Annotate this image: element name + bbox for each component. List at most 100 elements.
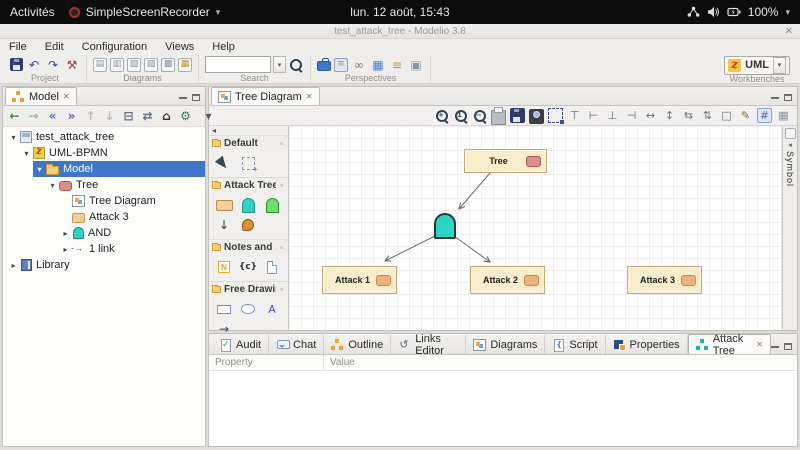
model-browser-icon[interactable]: ≡ <box>334 58 348 72</box>
view-menu-icon[interactable]: ▾ <box>201 109 216 124</box>
align-left-icon[interactable]: ⊢ <box>586 108 601 123</box>
palette-section-notes-and-[interactable]: Notes and ...∘ <box>209 239 288 255</box>
menu-file[interactable]: File <box>9 41 27 53</box>
palette-tool-attack-node[interactable] <box>212 195 236 215</box>
collapse-toggle-icon[interactable]: ∘ <box>279 139 285 148</box>
matrix-editor-icon[interactable]: ▦ <box>178 58 192 72</box>
tab-diagrams[interactable]: Diagrams <box>466 335 545 354</box>
close-icon[interactable]: ✕ <box>756 340 763 349</box>
align-right-icon[interactable]: ⊣ <box>624 108 639 123</box>
collapse-all-icon[interactable]: ⊟ <box>121 109 136 124</box>
palette-section-free-drawing[interactable]: Free Drawing∘ <box>209 281 288 297</box>
palette-section-attack-tree[interactable]: Attack Tree∘ <box>209 177 288 193</box>
expander-icon[interactable]: ▸ <box>8 261 19 270</box>
palette-tool-ellipse[interactable] <box>236 299 260 319</box>
tree-item-attack-3[interactable]: Attack 3 <box>3 209 205 225</box>
minimize-icon[interactable] <box>179 96 187 99</box>
previous-selection-icon[interactable]: « <box>45 109 60 124</box>
hierarchy-icon[interactable]: ≡ <box>389 57 405 73</box>
palette-tool-note[interactable] <box>212 257 236 277</box>
property-column-header[interactable]: Property <box>209 355 324 370</box>
print-icon[interactable] <box>491 110 506 125</box>
collapse-toggle-icon[interactable]: ∘ <box>279 285 285 294</box>
palette-collapse-icon[interactable]: ◂ <box>212 126 216 135</box>
links-icon[interactable]: ∞ <box>351 57 367 73</box>
zoom-out-icon[interactable]: − <box>472 108 487 123</box>
palette-tool-text[interactable]: A <box>260 299 284 319</box>
palette-tool-transition[interactable]: ↓ <box>212 215 236 235</box>
expander-icon[interactable]: ▸ <box>60 229 71 238</box>
save-image-icon[interactable] <box>510 108 525 123</box>
diagram-node-attack-3[interactable]: Attack 3 <box>627 266 702 294</box>
workspace-icon[interactable] <box>317 61 331 71</box>
link-with-editor-icon[interactable]: ⇄ <box>140 109 155 124</box>
activities-button[interactable]: Activités <box>10 5 55 19</box>
move-down-icon[interactable]: ↓ <box>102 109 117 124</box>
app-menu[interactable]: SimpleScreenRecorder ▾ <box>69 5 221 19</box>
tab-properties[interactable]: Properties <box>606 335 688 354</box>
grid-view-icon[interactable]: ▦ <box>370 57 386 73</box>
palette-tool-event[interactable] <box>236 215 260 235</box>
same-height-icon[interactable]: ⇅ <box>700 108 715 123</box>
diagram-canvas[interactable]: TreeAttack 1Attack 2Attack 3 <box>289 126 782 330</box>
palette-tool-document[interactable] <box>260 257 284 277</box>
style-icon[interactable]: ✎ <box>738 108 753 123</box>
home-icon[interactable]: ⌂ <box>159 109 174 124</box>
expander-icon[interactable]: ▾ <box>47 181 58 190</box>
align-top-icon[interactable]: ⊤ <box>567 108 582 123</box>
tab-chat[interactable]: Chat <box>269 335 324 354</box>
forward-icon[interactable]: → <box>26 109 41 124</box>
usecase-diagram-icon[interactable]: ▧ <box>127 58 141 72</box>
maximize-icon[interactable] <box>192 94 200 101</box>
collapse-toggle-icon[interactable]: ∘ <box>279 243 285 252</box>
maximize-icon[interactable] <box>784 94 792 101</box>
search-icon[interactable] <box>288 57 304 73</box>
tab-script[interactable]: Script <box>545 335 605 354</box>
distribute-v-icon[interactable]: ↕ <box>662 108 677 123</box>
workbench-selector[interactable]: UML ▾ <box>724 56 790 75</box>
palette-tool-or-gate[interactable] <box>260 195 284 215</box>
tree-item-tree[interactable]: ▾Tree <box>3 177 205 193</box>
back-icon[interactable]: ← <box>7 109 22 124</box>
save-icon[interactable] <box>10 58 23 71</box>
palette-tool-marquee[interactable] <box>236 153 260 173</box>
tab-links-editor[interactable]: Links Editor <box>391 335 466 354</box>
tree-item-library[interactable]: ▸Library <box>3 257 205 273</box>
palette-tool-and-gate[interactable] <box>236 195 260 215</box>
tab-audit[interactable]: Audit <box>212 335 269 354</box>
palette-tool-constraint[interactable]: {c} <box>236 257 260 277</box>
close-icon[interactable]: ✕ <box>306 92 313 101</box>
snapshot-icon[interactable] <box>529 109 544 124</box>
deployment-diagram-icon[interactable]: ▨ <box>144 58 158 72</box>
tab-model[interactable]: Model ✕ <box>5 87 77 105</box>
sequence-diagram-icon[interactable]: ▩ <box>161 58 175 72</box>
restore-panel-icon[interactable]: ◂ <box>788 141 792 149</box>
tab-tree-diagram[interactable]: Tree Diagram ✕ <box>211 87 320 105</box>
redo-icon[interactable]: ↷ <box>45 57 61 73</box>
palette-tool-select[interactable] <box>212 153 236 173</box>
same-width-icon[interactable]: ⇆ <box>681 108 696 123</box>
tree-item-test-attack-tree[interactable]: ▾test_attack_tree <box>3 129 205 145</box>
diagram-node-attack-1[interactable]: Attack 1 <box>322 266 397 294</box>
search-input[interactable] <box>205 56 271 73</box>
tree-item-model[interactable]: ▾Model <box>3 161 205 177</box>
menu-edit[interactable]: Edit <box>45 41 64 53</box>
status-tray[interactable]: 100% ▾ <box>687 5 800 19</box>
value-column-header[interactable]: Value <box>324 357 355 368</box>
menu-views[interactable]: Views <box>165 41 194 53</box>
symbol-tab-label[interactable]: Symbol <box>785 151 795 187</box>
collapse-toggle-icon[interactable]: ∘ <box>279 181 285 190</box>
maximize-icon[interactable] <box>784 343 792 350</box>
menu-help[interactable]: Help <box>212 41 235 53</box>
tab-outline[interactable]: Outline <box>324 335 391 354</box>
diagram-node-tree[interactable]: Tree <box>464 149 547 173</box>
expander-icon[interactable]: ▸ <box>60 245 71 254</box>
minimize-icon[interactable] <box>771 345 779 348</box>
tree-item-and[interactable]: ▸AND <box>3 225 205 241</box>
palette-tool-rectangle[interactable] <box>212 299 236 319</box>
grid-icon[interactable]: # <box>757 108 772 123</box>
zoom-in-icon[interactable]: + <box>434 108 449 123</box>
workbench-dropdown-button[interactable]: ▾ <box>773 57 786 74</box>
zoom-original-icon[interactable]: 1 <box>453 108 468 123</box>
move-up-icon[interactable]: ↑ <box>83 109 98 124</box>
